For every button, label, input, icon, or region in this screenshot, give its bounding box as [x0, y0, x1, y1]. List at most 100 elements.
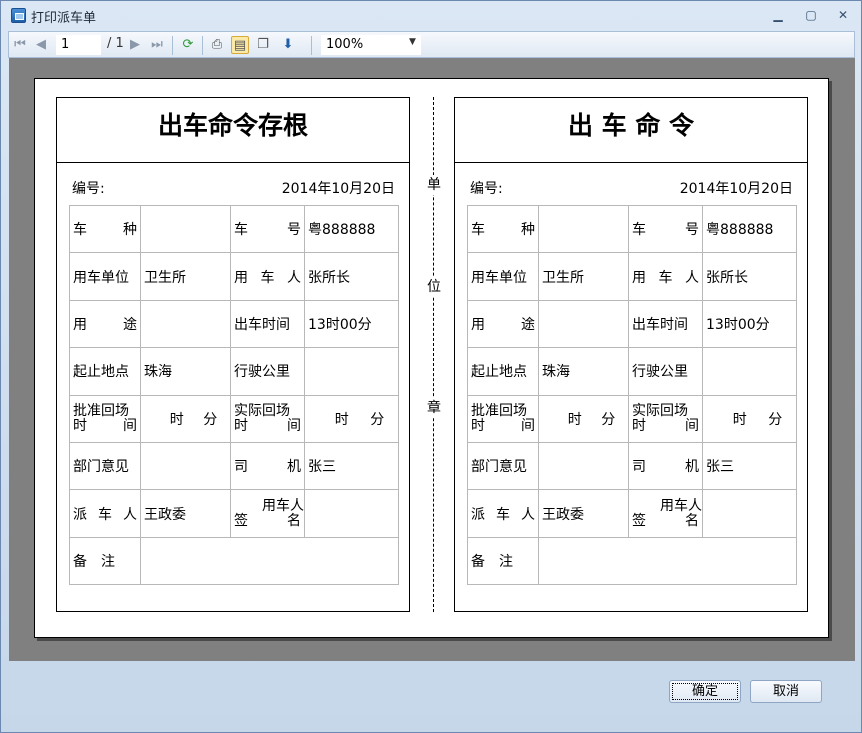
vehicle-type-label: 车种	[471, 222, 535, 239]
table-row: 用车单位 卫生所 用车人 张所长	[69, 252, 399, 301]
actual-return-value: 时分	[732, 411, 783, 428]
driver-value: 张三	[304, 441, 399, 491]
remarks-value	[140, 536, 399, 586]
actual-return-value: 时分	[334, 411, 385, 428]
unit-value: 卫生所	[538, 252, 629, 301]
table-row: 起止地点 珠海 行驶公里	[69, 347, 399, 396]
table-row: 批准回场时间 时分 实际回场时间 时分	[69, 394, 399, 443]
vehicle-no-value: 粤888888	[304, 204, 399, 254]
zoom-select[interactable]: 100%	[321, 35, 421, 55]
maximize-button[interactable]: ▢	[800, 7, 822, 23]
mileage-value	[304, 347, 399, 396]
export-icon[interactable]: ⬇	[279, 36, 297, 54]
purpose-label: 用途	[471, 316, 535, 333]
vehicle-type-value	[538, 204, 629, 254]
driver-label: 司机	[234, 459, 301, 476]
prev-page-icon[interactable]: ◀	[32, 36, 50, 54]
next-page-icon[interactable]: ▶	[126, 36, 144, 54]
dispatcher-value: 王政委	[538, 489, 629, 538]
table-row: 批准回场时间 时分 实际回场时间 时分	[467, 394, 797, 443]
chevron-down-icon[interactable]: ▼	[409, 37, 416, 47]
driver-value: 张三	[702, 441, 797, 491]
mileage-value	[702, 347, 797, 396]
vehicle-no-value: 粤888888	[702, 204, 797, 254]
user-sign-value	[702, 489, 797, 538]
depart-time-label: 出车时间	[628, 299, 703, 349]
dispatcher-value: 王政委	[140, 489, 231, 538]
route-value: 珠海	[140, 347, 231, 396]
table-row: 用车单位 卫生所 用车人 张所长	[467, 252, 797, 301]
vehicle-type-value	[140, 204, 231, 254]
table-row: 派车人 王政委 用车人签名	[69, 489, 399, 538]
vehicle-no-label: 车号	[234, 222, 301, 239]
stub-table: 车种 车号 粤888888 用车单位 卫生所 用车人 张所长 用途 出车时间 1…	[69, 204, 399, 586]
vehicle-no-label: 车号	[632, 222, 699, 239]
table-row: 车种 车号 粤888888	[69, 204, 399, 254]
table-row: 派车人 王政委 用车人签名	[467, 489, 797, 538]
depart-time-value: 13时00分	[304, 299, 399, 349]
table-row: 用途 出车时间 13时00分	[467, 299, 797, 349]
actual-return-label: 实际回场时间	[632, 402, 699, 434]
seal-char: 章	[425, 398, 443, 418]
approved-return-label: 批准回场时间	[73, 402, 137, 434]
table-row: 用途 出车时间 13时00分	[69, 299, 399, 349]
user-value: 张所长	[702, 252, 797, 301]
issue-date: 2014年10月20日	[281, 181, 395, 197]
dept-opinion-value	[538, 441, 629, 491]
last-page-icon[interactable]: ⏭	[148, 36, 166, 54]
purpose-value	[538, 299, 629, 349]
route-value: 珠海	[538, 347, 629, 396]
table-row: 部门意见 司机 张三	[69, 441, 399, 491]
mileage-label: 行驶公里	[628, 347, 703, 396]
window-title: 打印派车单	[31, 11, 97, 26]
depart-time-value: 13时00分	[702, 299, 797, 349]
user-label: 用车人	[632, 269, 699, 286]
remarks-label: 备注	[73, 553, 115, 570]
approved-return-value: 时分	[567, 411, 616, 428]
current-page-input[interactable]: 1	[56, 35, 101, 55]
purpose-value	[140, 299, 231, 349]
app-icon	[11, 8, 26, 23]
unit-label: 用车单位	[467, 252, 539, 301]
unit-value: 卫生所	[140, 252, 231, 301]
first-page-icon[interactable]: ⏮	[11, 36, 29, 54]
driver-label: 司机	[632, 459, 699, 476]
minimize-button[interactable]: ▁	[767, 7, 789, 23]
route-label: 起止地点	[467, 347, 539, 396]
route-label: 起止地点	[69, 347, 141, 396]
mileage-label: 行驶公里	[230, 347, 305, 396]
number-label: 编号:	[72, 181, 105, 197]
order-table: 车种 车号 粤888888 用车单位 卫生所 用车人 张所长 用途 出车时间 1…	[467, 204, 797, 586]
cancel-button[interactable]: 取消	[750, 680, 822, 703]
toolbar-separator	[202, 36, 203, 55]
order-slip: 出 车 命 令 编号: 2014年10月20日 车种 车号 粤888888 用车…	[454, 97, 808, 612]
issue-date: 2014年10月20日	[679, 181, 793, 197]
user-sign-label: 用车人签名	[632, 497, 702, 529]
page-setup-icon[interactable]: ❐	[254, 36, 272, 54]
purpose-label: 用途	[73, 316, 137, 333]
approved-return-value: 时分	[169, 411, 218, 428]
preview-toolbar: ⏮ ◀ 1 / 1 ▶ ⏭ ⟳ ⎙ ▤ ❐ ⬇ 100% ▼	[8, 31, 855, 58]
print-icon[interactable]: ⎙	[208, 36, 226, 54]
approved-return-label: 批准回场时间	[471, 402, 535, 434]
depart-time-label: 出车时间	[230, 299, 305, 349]
order-title: 出 车 命 令	[455, 98, 807, 163]
close-button[interactable]: ✕	[832, 7, 854, 23]
actual-return-label: 实际回场时间	[234, 402, 301, 434]
report-page: 出车命令存根 编号: 2014年10月20日 车种 车号 粤888888 用车单…	[34, 78, 829, 638]
dispatcher-label: 派车人	[471, 506, 535, 523]
dept-opinion-value	[140, 441, 231, 491]
page-layout-icon[interactable]: ▤	[231, 36, 249, 54]
number-label: 编号:	[470, 181, 503, 197]
page-total-label: / 1	[107, 36, 124, 51]
unit-label: 用车单位	[69, 252, 141, 301]
remarks-value	[538, 536, 797, 586]
toolbar-separator	[311, 36, 312, 55]
refresh-icon[interactable]: ⟳	[179, 36, 197, 54]
toolbar-separator	[172, 36, 173, 55]
dept-opinion-label: 部门意见	[467, 441, 539, 491]
ok-button[interactable]: 确定	[669, 680, 741, 703]
print-dispatch-dialog: 打印派车单 ▁ ▢ ✕ ⏮ ◀ 1 / 1 ▶ ⏭ ⟳ ⎙ ▤ ❐ ⬇ 100%…	[0, 0, 862, 733]
preview-canvas[interactable]: 出车命令存根 编号: 2014年10月20日 车种 车号 粤888888 用车单…	[9, 58, 855, 661]
seal-char: 位	[425, 277, 443, 297]
